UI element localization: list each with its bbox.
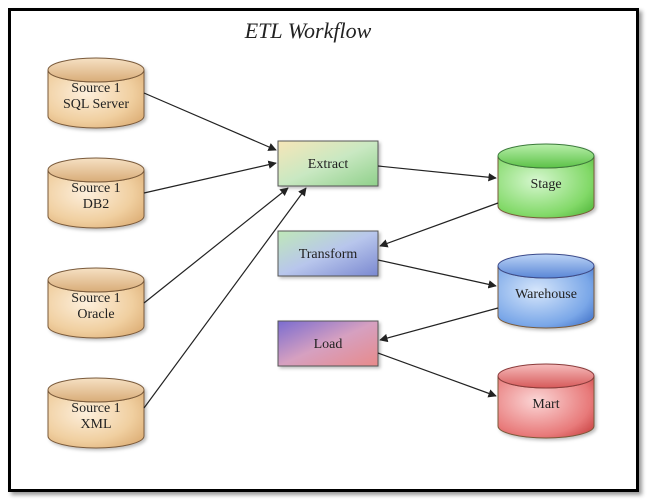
source-label: Source 1	[71, 181, 120, 196]
source-sublabel: XML	[80, 417, 111, 432]
source-sublabel: DB2	[83, 197, 109, 212]
process-extract: Extract	[278, 141, 378, 186]
source-db2: Source 1 DB2	[48, 158, 144, 228]
store-label: Stage	[530, 177, 561, 192]
process-label: Transform	[299, 247, 358, 262]
edge-src4-extract	[144, 188, 306, 408]
edge-load-mart	[378, 353, 496, 396]
store-mart: Mart	[498, 364, 594, 438]
etl-workflow-diagram: ETL Workflow Source 1 SQL Server Source …	[8, 8, 633, 486]
source-xml: Source 1 XML	[48, 378, 144, 448]
source-sqlserver: Source 1 SQL Server	[48, 58, 144, 128]
process-load: Load	[278, 321, 378, 366]
process-label: Extract	[308, 157, 349, 172]
edge-stage-transform	[380, 203, 498, 246]
diagram-frame: ETL Workflow Source 1 SQL Server Source …	[0, 0, 647, 500]
edge-transform-warehouse	[378, 260, 496, 286]
edge-warehouse-load	[380, 308, 498, 340]
store-label: Mart	[532, 397, 559, 412]
diagram-title: ETL Workflow	[244, 18, 372, 43]
store-label: Warehouse	[515, 287, 577, 302]
source-label: Source 1	[71, 401, 120, 416]
process-label: Load	[314, 337, 343, 352]
source-label: Source 1	[71, 81, 120, 96]
edge-src2-extract	[144, 163, 276, 193]
store-warehouse: Warehouse	[498, 254, 594, 328]
source-sublabel: SQL Server	[63, 97, 129, 112]
store-stage: Stage	[498, 144, 594, 218]
edge-src3-extract	[144, 188, 288, 303]
edge-extract-stage	[378, 166, 496, 178]
source-sublabel: Oracle	[77, 307, 114, 322]
process-transform: Transform	[278, 231, 378, 276]
source-oracle: Source 1 Oracle	[48, 268, 144, 338]
source-label: Source 1	[71, 291, 120, 306]
edge-src1-extract	[144, 93, 276, 150]
